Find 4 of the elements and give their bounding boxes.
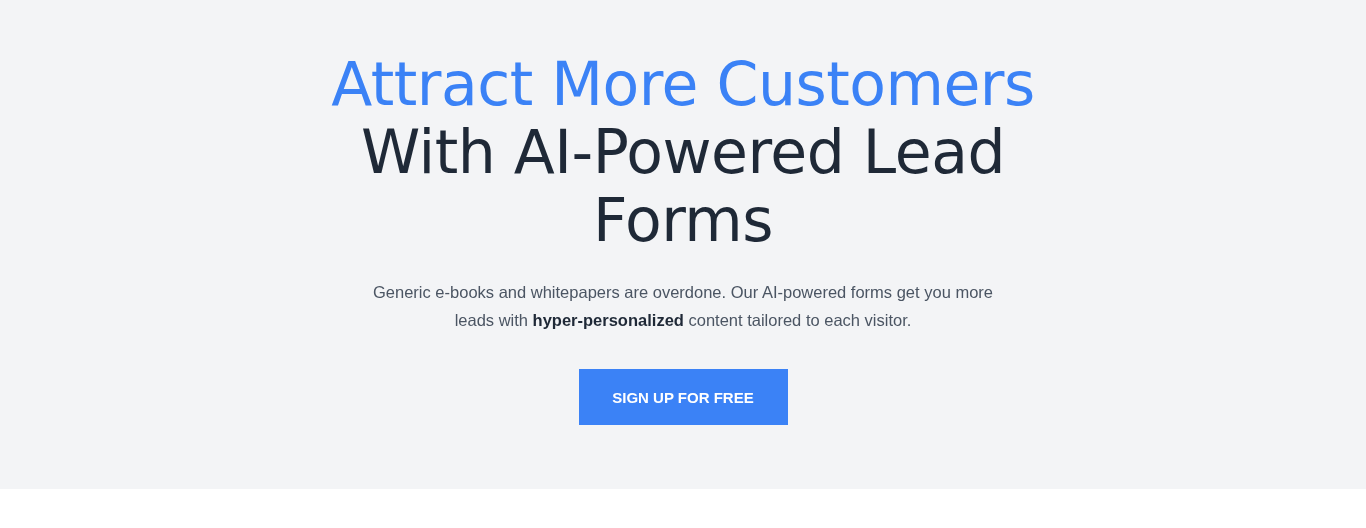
headline: With AI-Powered Lead Forms bbox=[361, 117, 1005, 255]
signup-button[interactable]: SIGN UP FOR FREE bbox=[578, 369, 788, 425]
hero-description: Generic e-books and whitepapers are overdone. Our AI-powered forms get you more leads with hyper-personalized content tailored to each visitor. bbox=[372, 282, 994, 331]
headline-highlight: Attract More Customers bbox=[330, 50, 1036, 118]
